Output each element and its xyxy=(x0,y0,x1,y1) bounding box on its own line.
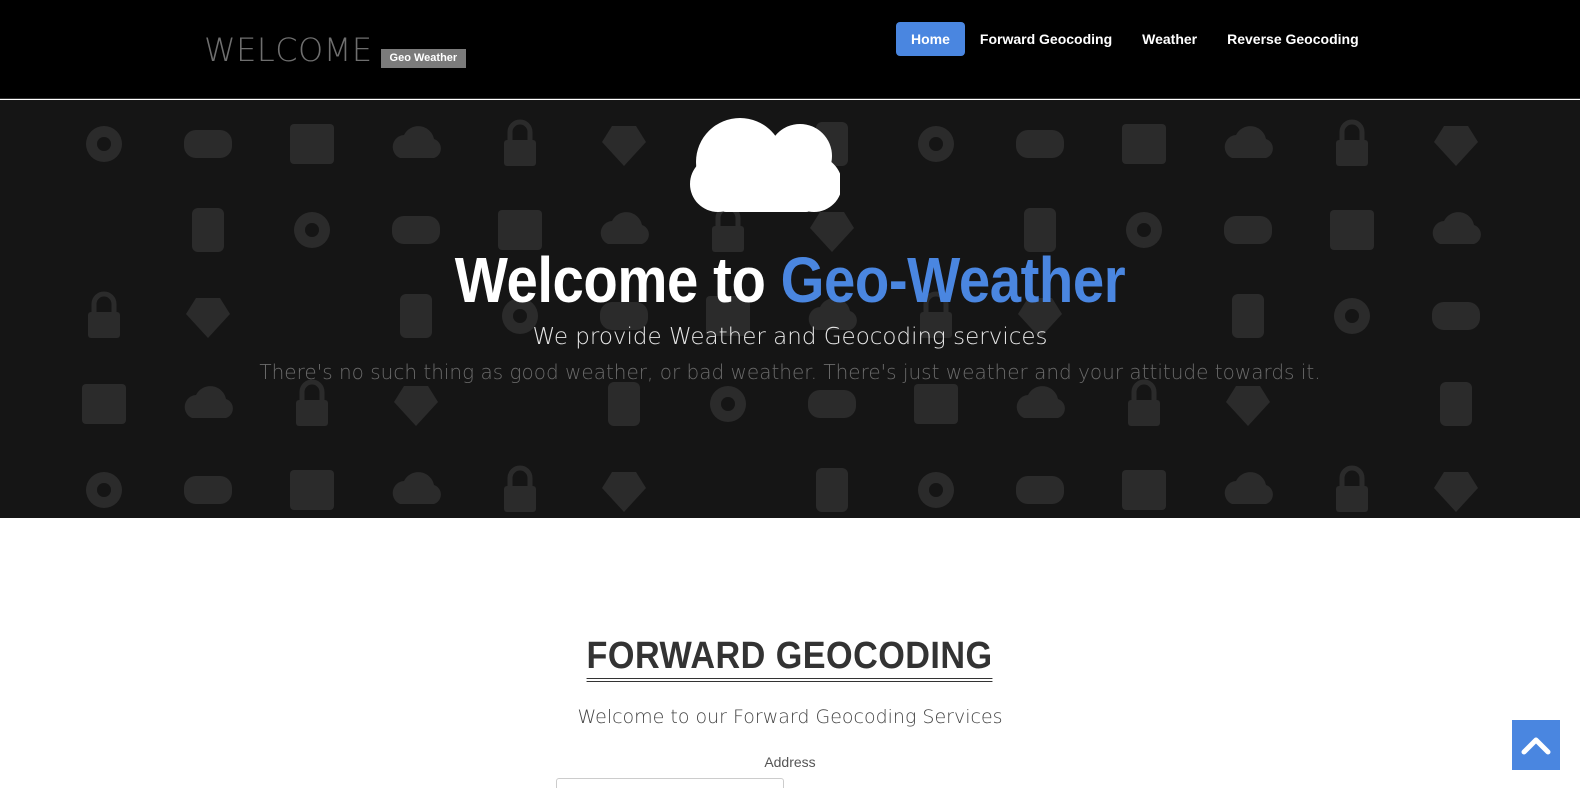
brand[interactable]: WELCOME Geo Weather xyxy=(204,30,467,70)
address-input[interactable] xyxy=(556,778,784,788)
hero-title-prefix: Welcome to xyxy=(454,244,766,316)
hero-title: Welcome to Geo-Weather xyxy=(95,242,1485,318)
main-nav: Home Forward Geocoding Weather Reverse G… xyxy=(896,22,1374,56)
back-to-top-button[interactable] xyxy=(1512,720,1560,770)
nav-item-weather[interactable]: Weather xyxy=(1127,22,1212,56)
brand-badge: Geo Weather xyxy=(380,49,467,68)
hero-title-accent: Geo-Weather xyxy=(780,244,1126,316)
brand-text: WELCOME xyxy=(204,31,373,69)
section-title: FORWARD GEOCODING xyxy=(586,636,994,682)
hero-quote: There's no such thing as good weather, o… xyxy=(259,360,1321,384)
address-label: Address xyxy=(764,754,816,770)
nav-item-home[interactable]: Home xyxy=(896,22,965,56)
section-subtitle: Welcome to our Forward Geocoding Service… xyxy=(577,706,1003,728)
hero-subtitle: We provide Weather and Geocoding service… xyxy=(532,324,1048,350)
hero-section: Welcome to Geo-Weather We provide Weathe… xyxy=(0,100,1580,518)
cloud-icon xyxy=(690,118,840,212)
navbar: WELCOME Geo Weather Home Forward Geocodi… xyxy=(0,0,1580,99)
hero-content: Welcome to Geo-Weather We provide Weathe… xyxy=(0,100,1580,518)
chevron-up-icon xyxy=(1521,737,1551,755)
nav-item-reverse-geocoding[interactable]: Reverse Geocoding xyxy=(1212,22,1374,56)
section-title-wrap: FORWARD GEOCODING xyxy=(0,636,1580,682)
nav-item-forward-geocoding[interactable]: Forward Geocoding xyxy=(965,22,1127,56)
